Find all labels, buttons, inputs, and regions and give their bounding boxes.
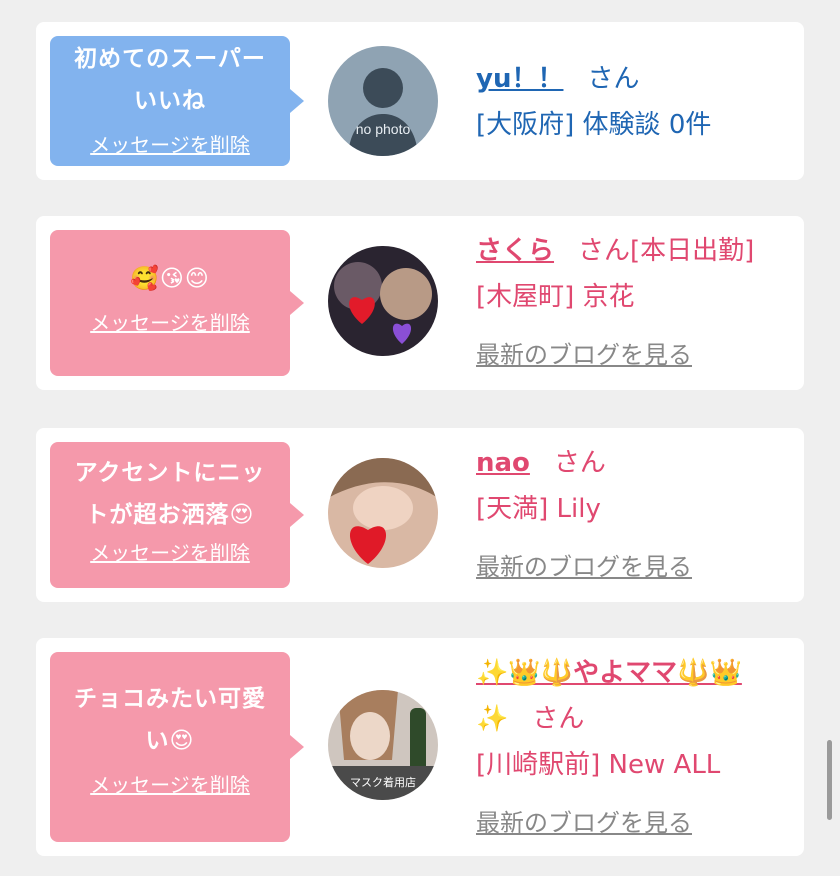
profile-location: [天満] Lily bbox=[476, 494, 601, 524]
like-card: チョコみたい可愛 い😍 メッセージを削除 マスク着用店 ✨👑🔱やよママ🔱👑 ✨ さ… bbox=[36, 638, 804, 856]
latest-blog-link[interactable]: 最新のブログを見る bbox=[476, 553, 692, 581]
delete-message-link[interactable]: メッセージを削除 bbox=[50, 769, 290, 798]
latest-blog-link[interactable]: 最新のブログを見る bbox=[476, 809, 692, 837]
no-photo-label: no photo bbox=[356, 121, 411, 137]
scrollbar[interactable] bbox=[827, 740, 832, 820]
profile-location: [木屋町] 京花 bbox=[476, 282, 635, 312]
profile-name-link[interactable]: nao bbox=[476, 448, 530, 478]
like-card: 初めてのスーパー いいね メッセージを削除 no photo yu！！ さん [大… bbox=[36, 22, 804, 180]
message-text: アクセントにニッ トが超お洒落😍 bbox=[60, 442, 280, 536]
avatar[interactable]: no photo bbox=[328, 46, 438, 156]
profile-name-link[interactable]: yu！！ bbox=[476, 64, 563, 94]
delete-message-link[interactable]: メッセージを削除 bbox=[50, 307, 290, 336]
honorific: さん bbox=[532, 704, 585, 734]
avatar[interactable] bbox=[328, 458, 438, 568]
avatar[interactable]: マスク着用店 bbox=[328, 690, 438, 800]
profile-photo bbox=[328, 246, 438, 356]
profile-location: [川崎駅前] New ALL bbox=[476, 750, 721, 780]
message-line: トが超お洒落😍 bbox=[85, 502, 255, 528]
profile-name-continued: ✨ bbox=[476, 704, 509, 734]
profile-photo: マスク着用店 bbox=[328, 690, 438, 800]
avatar[interactable] bbox=[328, 246, 438, 356]
profile-info: yu！！ さん [大阪府] 体験談 0件 bbox=[476, 56, 794, 148]
delete-message-link[interactable]: メッセージを削除 bbox=[50, 129, 290, 158]
message-line: チョコみたい可愛 bbox=[74, 686, 266, 712]
like-card: 🥰😘😊 メッセージを削除 さくら さん[本日出勤] [木屋町] 京花 最新のブログ… bbox=[36, 216, 804, 390]
message-text: 初めてのスーパー いいね bbox=[60, 36, 280, 122]
message-bubble: チョコみたい可愛 い😍 メッセージを削除 bbox=[50, 652, 304, 842]
profile-photo bbox=[328, 458, 438, 568]
message-line: い😍 bbox=[145, 728, 195, 754]
profile-location: [大阪府] 体験談 0件 bbox=[476, 110, 712, 140]
message-line: 初めてのスーパー bbox=[74, 46, 266, 72]
message-text: 🥰😘😊 bbox=[60, 230, 280, 300]
honorific: さん[本日出勤] bbox=[578, 236, 755, 266]
profile-info: nao さん [天満] Lily 最新のブログを見る bbox=[476, 440, 794, 590]
message-line: アクセントにニッ bbox=[74, 460, 266, 486]
message-line: いいね bbox=[134, 88, 206, 114]
profile-name-link[interactable]: ✨👑🔱やよママ🔱👑 bbox=[476, 658, 742, 688]
honorific: さん bbox=[553, 448, 606, 478]
message-bubble: アクセントにニッ トが超お洒落😍 メッセージを削除 bbox=[50, 442, 304, 588]
latest-blog-link[interactable]: 最新のブログを見る bbox=[476, 341, 692, 369]
mask-shop-label: マスク着用店 bbox=[350, 775, 416, 789]
message-text: チョコみたい可愛 い😍 bbox=[60, 652, 280, 762]
profile-info: さくら さん[本日出勤] [木屋町] 京花 最新のブログを見る bbox=[476, 228, 794, 378]
delete-message-link[interactable]: メッセージを削除 bbox=[50, 537, 290, 566]
message-bubble: 🥰😘😊 メッセージを削除 bbox=[50, 230, 304, 376]
no-photo-avatar-icon: no photo bbox=[328, 46, 438, 156]
message-bubble: 初めてのスーパー いいね メッセージを削除 bbox=[50, 36, 304, 166]
like-card: アクセントにニッ トが超お洒落😍 メッセージを削除 nao さん [天満] Lil… bbox=[36, 428, 804, 602]
message-line: 🥰😘😊 bbox=[130, 266, 210, 292]
profile-name-link[interactable]: さくら bbox=[476, 236, 554, 266]
honorific: さん bbox=[587, 64, 640, 94]
profile-info: ✨👑🔱やよママ🔱👑 ✨ さん [川崎駅前] New ALL 最新のブログを見る bbox=[476, 650, 794, 846]
